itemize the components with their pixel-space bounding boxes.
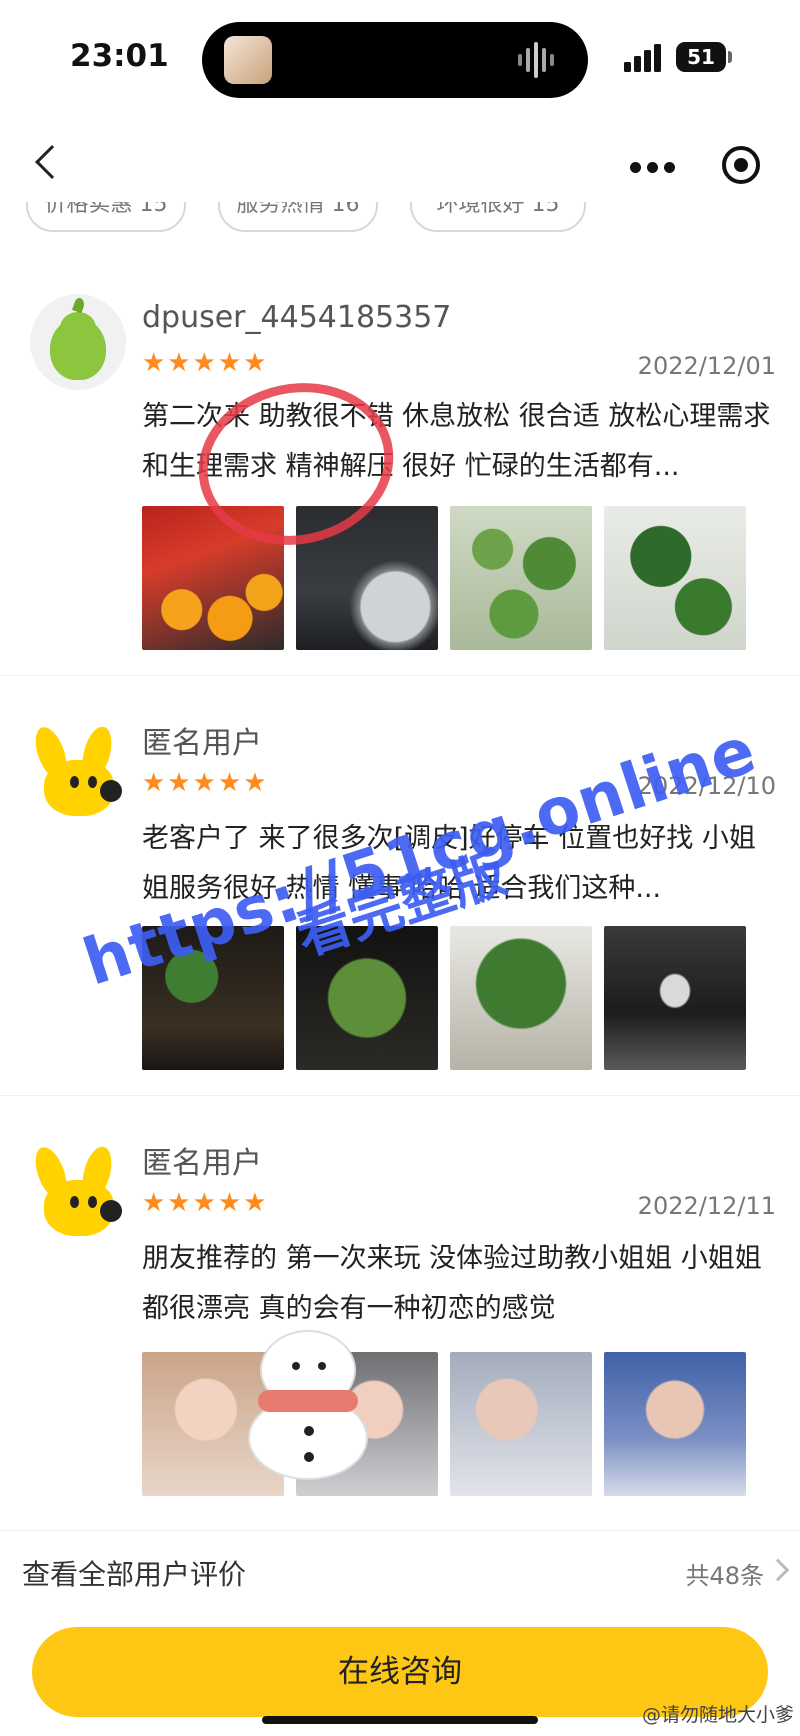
back-chevron-icon[interactable]	[35, 145, 69, 179]
review-date: 2022/12/11	[637, 1192, 776, 1220]
snowman-sticker-icon	[248, 1330, 368, 1480]
status-time: 23:01	[70, 38, 169, 74]
pear-avatar-icon	[50, 312, 106, 380]
avatar[interactable]	[30, 294, 126, 390]
avatar[interactable]	[29, 1143, 126, 1242]
battery-cap	[728, 51, 732, 63]
review-date: 2022/12/01	[637, 352, 776, 380]
review-photo[interactable]	[604, 926, 746, 1070]
tag-chip[interactable]: 环境很好 15	[410, 202, 586, 232]
close-miniprogram-icon[interactable]	[722, 146, 760, 184]
all-reviews-link[interactable]: 查看全部用户评价	[22, 1553, 246, 1593]
review-photos	[142, 1352, 746, 1496]
audio-wave-icon	[518, 42, 554, 78]
review-count[interactable]: 共48条	[685, 1556, 764, 1591]
tag-chip[interactable]: 价格实惠 15	[26, 202, 186, 232]
review-photo[interactable]	[450, 506, 592, 650]
review-photo[interactable]	[450, 1352, 592, 1496]
cellular-signal-icon	[624, 44, 661, 72]
divider	[0, 1530, 800, 1531]
divider	[0, 1095, 800, 1096]
chevron-right-icon[interactable]	[766, 1558, 790, 1582]
divider	[0, 675, 800, 676]
star-rating: ★★★★★	[142, 768, 269, 798]
dynamic-island	[202, 22, 588, 98]
review-username[interactable]: 匿名用户	[142, 1138, 262, 1182]
star-rating: ★★★★★	[142, 348, 269, 378]
review-text[interactable]: 朋友推荐的 第一次来玩 没体验过助教小姐姐 小姐姐都很漂亮 真的会有一种初恋的感…	[142, 1234, 776, 1334]
home-indicator[interactable]	[262, 1716, 538, 1724]
tag-chip[interactable]: 服务热情 16	[218, 202, 378, 232]
review-username[interactable]: 匿名用户	[142, 718, 262, 762]
review-username[interactable]: dpuser_4454185357	[142, 300, 451, 335]
review-photo[interactable]	[450, 926, 592, 1070]
status-bar: 23:01 51	[0, 0, 800, 110]
rabbit-avatar-icon	[100, 780, 122, 802]
review-photo[interactable]	[604, 1352, 746, 1496]
rabbit-avatar-icon	[100, 1200, 122, 1222]
battery-icon: 51	[676, 42, 726, 72]
more-dots-icon[interactable]	[630, 162, 676, 174]
review-tag-row: 价格实惠 15 服务热情 16 环境很好 15	[0, 202, 800, 232]
weibo-credit: @请勿随地大小爹	[641, 1704, 794, 1726]
now-playing-thumbnail	[224, 36, 272, 84]
avatar[interactable]	[29, 723, 126, 822]
star-rating: ★★★★★	[142, 1188, 269, 1218]
review-photo[interactable]	[604, 506, 746, 650]
